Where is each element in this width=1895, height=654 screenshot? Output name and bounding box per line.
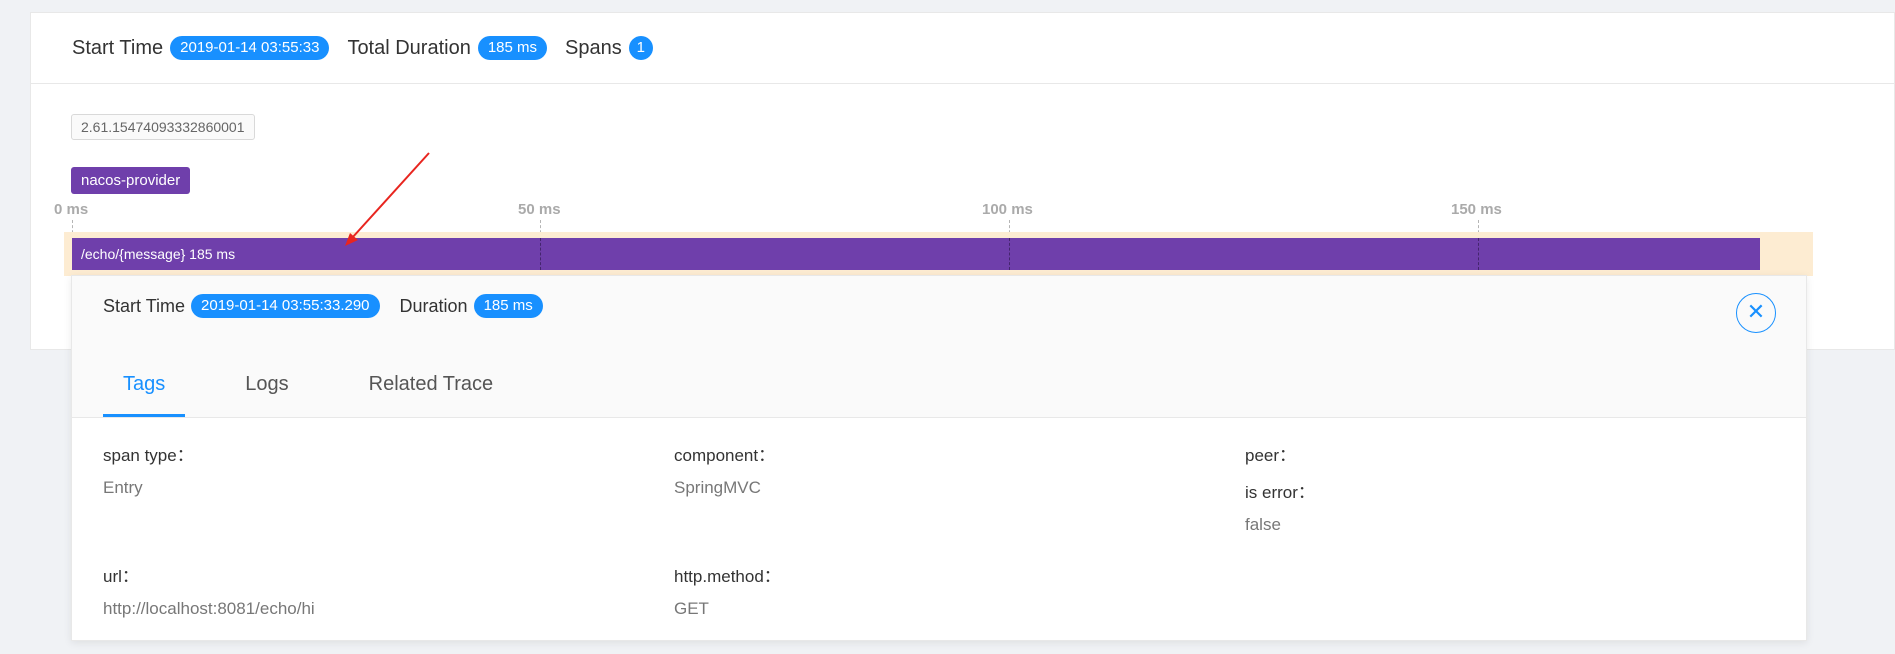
- detail-start-time-label: Start Time: [103, 295, 186, 316]
- tag-peer: peer： is error： false: [1245, 441, 1315, 547]
- detail-duration-label: Duration: [399, 295, 468, 316]
- tag-url: url： http://localhost:8081/echo/hi: [103, 562, 315, 631]
- axis-gridline: [1009, 238, 1010, 270]
- start-time-field: Start Time 2019-01-14 03:55:33: [72, 36, 330, 60]
- tag-value: GET: [674, 599, 709, 618]
- service-tag: nacos-provider: [71, 167, 191, 194]
- tag-key: is error：: [1245, 483, 1315, 502]
- span-detail-meta: Start Time 2019-01-14 03:55:33.290 Durat…: [103, 294, 543, 318]
- tag-value: false: [1245, 515, 1281, 534]
- detail-duration-badge: 185 ms: [473, 294, 543, 318]
- tag-http-method: http.method： GET: [674, 562, 781, 631]
- close-icon: ✕: [1746, 299, 1766, 324]
- close-button[interactable]: ✕: [1736, 293, 1776, 333]
- tag-value: SpringMVC: [674, 478, 761, 497]
- spans-count-badge: 1: [628, 36, 653, 60]
- span-bar[interactable]: /echo/{message} 185 ms: [72, 238, 1760, 270]
- tag-key: component：: [674, 446, 776, 465]
- axis-tick-150: 150 ms: [1451, 201, 1502, 218]
- tag-key: url：: [103, 567, 139, 586]
- trace-id-tag[interactable]: 2.61.15474093332860001: [71, 114, 255, 140]
- span-detail-header: Start Time 2019-01-14 03:55:33.290 Durat…: [72, 276, 1806, 418]
- total-duration-badge: 185 ms: [477, 36, 548, 60]
- tag-value: http://localhost:8081/echo/hi: [103, 599, 315, 618]
- tab-related-trace[interactable]: Related Trace: [349, 355, 514, 417]
- tag-value: Entry: [103, 478, 143, 497]
- tag-span-type: span type： Entry: [103, 441, 194, 510]
- tab-logs[interactable]: Logs: [225, 355, 308, 417]
- tag-key: peer：: [1245, 446, 1297, 465]
- total-duration-field: Total Duration 185 ms: [347, 36, 548, 60]
- axis-gridline: [1478, 238, 1479, 270]
- tag-key: http.method：: [674, 567, 781, 586]
- start-time-badge: 2019-01-14 03:55:33: [170, 36, 330, 60]
- detail-tabs: Tags Logs Related Trace: [103, 355, 553, 417]
- total-duration-label: Total Duration: [347, 36, 471, 59]
- axis-gridline: [540, 238, 541, 270]
- trace-header: Start Time 2019-01-14 03:55:33 Total Dur…: [31, 13, 1894, 84]
- spans-label: Spans: [565, 36, 622, 59]
- tag-key: span type：: [103, 446, 194, 465]
- span-detail-panel: Start Time 2019-01-14 03:55:33.290 Durat…: [71, 275, 1807, 641]
- spans-field: Spans 1: [565, 36, 653, 60]
- detail-start-time-badge: 2019-01-14 03:55:33.290: [191, 294, 380, 318]
- tab-tags[interactable]: Tags: [103, 355, 186, 417]
- start-time-label: Start Time: [72, 36, 164, 59]
- tag-component: component： SpringMVC: [674, 441, 775, 510]
- axis-tick-100: 100 ms: [982, 201, 1033, 218]
- axis-tick-0: 0 ms: [54, 201, 89, 218]
- axis-tick-50: 50 ms: [518, 201, 561, 218]
